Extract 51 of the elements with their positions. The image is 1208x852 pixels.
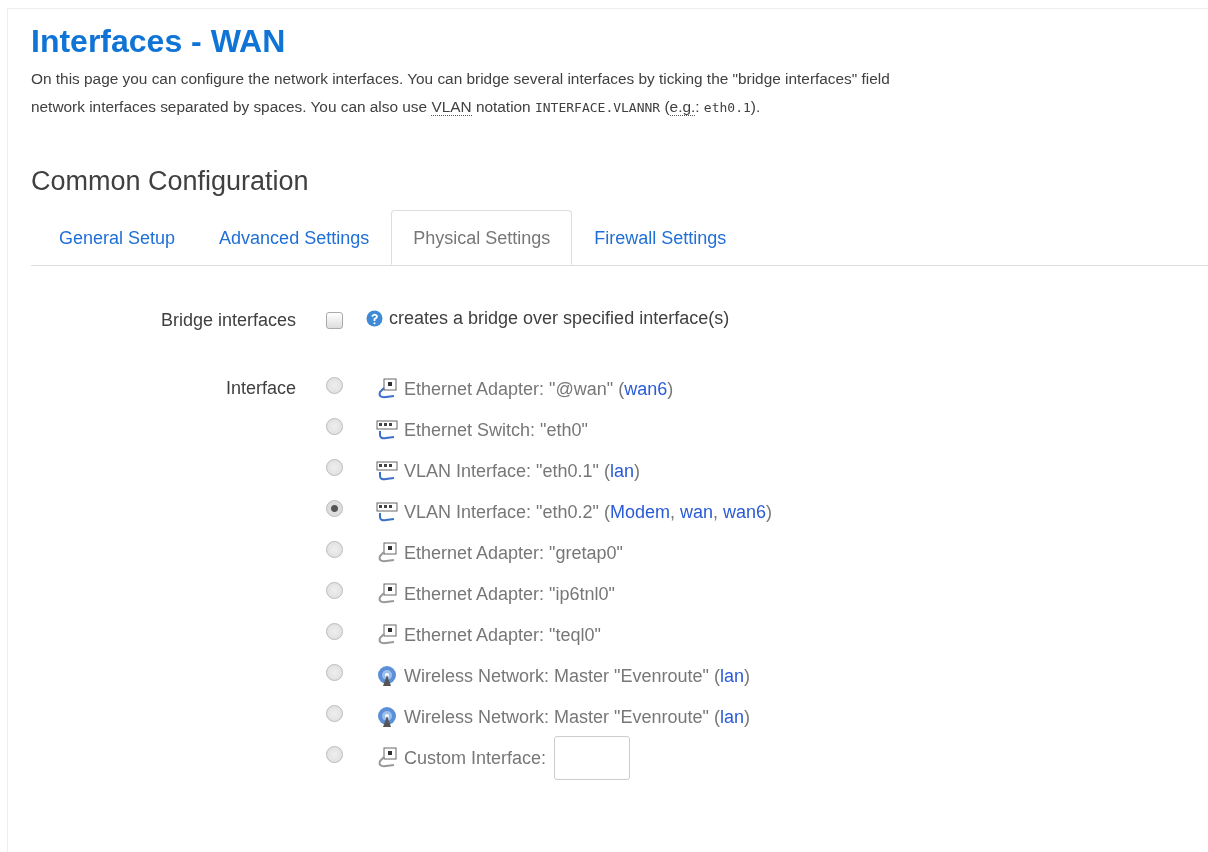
network-link[interactable]: wan6 <box>723 501 767 522</box>
radio-button[interactable] <box>326 663 343 681</box>
network-link[interactable]: lan <box>719 706 744 727</box>
custom-interface-field[interactable] <box>554 736 631 780</box>
switch-icon <box>376 501 398 523</box>
radio-button[interactable] <box>326 581 343 599</box>
field-label: Bridge interfaces <box>159 309 296 332</box>
field-label: Interface <box>224 377 296 400</box>
interface-label: VLAN Interface: "eth0.2" (Modem, wan, wan6) <box>404 501 773 523</box>
interface-label: Ethernet Switch: "eth0" <box>404 419 588 441</box>
ethernet-port-icon <box>376 378 398 400</box>
interface-label: VLAN Interface: "eth0.1" (lan) <box>404 460 640 482</box>
interface-label: Ethernet Adapter: "teql0" <box>404 624 601 646</box>
radio-button[interactable] <box>326 704 343 722</box>
switch-icon <box>376 460 398 482</box>
section-title: Common Configuration <box>31 165 310 198</box>
radio-button[interactable] <box>326 458 343 476</box>
network-link[interactable]: lan <box>609 460 634 481</box>
network-link[interactable]: wan <box>679 501 713 522</box>
tab[interactable]: Advanced Settings <box>197 210 392 265</box>
interface-label: Wireless Network: Master "Evenroute" (lan) <box>404 706 750 728</box>
radio-button[interactable] <box>326 417 343 435</box>
radio-button[interactable] <box>326 745 343 763</box>
interface-label: Ethernet Adapter: "ip6tnl0" <box>404 583 615 605</box>
radio-button[interactable] <box>326 540 343 558</box>
page-description: network interfaces separated by spaces. You can also use VLAN notation INTERFACE.VLANNR (e.g.: eth0.1). <box>31 97 762 118</box>
tab[interactable]: Firewall Settings <box>572 210 749 265</box>
help-text: creates a bridge over specified interface(s) <box>389 308 730 329</box>
network-link[interactable]: lan <box>719 665 744 686</box>
interface-label: Ethernet Adapter: "@wan" (wan6) <box>404 378 674 400</box>
tab[interactable]: Physical Settings <box>391 210 573 265</box>
page-title: Interfaces - WAN <box>31 22 287 61</box>
wireless-icon <box>376 665 398 687</box>
ethernet-port-icon <box>376 542 398 564</box>
radio-button[interactable] <box>326 376 343 394</box>
wireless-icon <box>376 706 398 728</box>
ethernet-port-icon <box>376 583 398 605</box>
checkbox[interactable] <box>326 312 343 329</box>
interface-label: Wireless Network: Master "Evenroute" (lan) <box>404 665 750 687</box>
radio-button[interactable] <box>326 622 343 640</box>
network-link[interactable]: wan6 <box>624 378 668 399</box>
ethernet-port-icon <box>376 747 398 769</box>
help-icon <box>366 310 383 327</box>
tab[interactable]: General Setup <box>37 210 198 265</box>
network-link[interactable]: Modem <box>609 501 670 522</box>
switch-icon <box>376 419 398 441</box>
interface-label: Custom Interface: <box>404 747 547 769</box>
interface-label: Ethernet Adapter: "gretap0" <box>404 542 623 564</box>
ethernet-port-icon <box>376 624 398 646</box>
page-description: On this page you can configure the network interfaces. You can bridge several interfaces by ticking the "bridge interfaces" field <box>31 69 891 89</box>
radio-button[interactable] <box>326 499 343 517</box>
